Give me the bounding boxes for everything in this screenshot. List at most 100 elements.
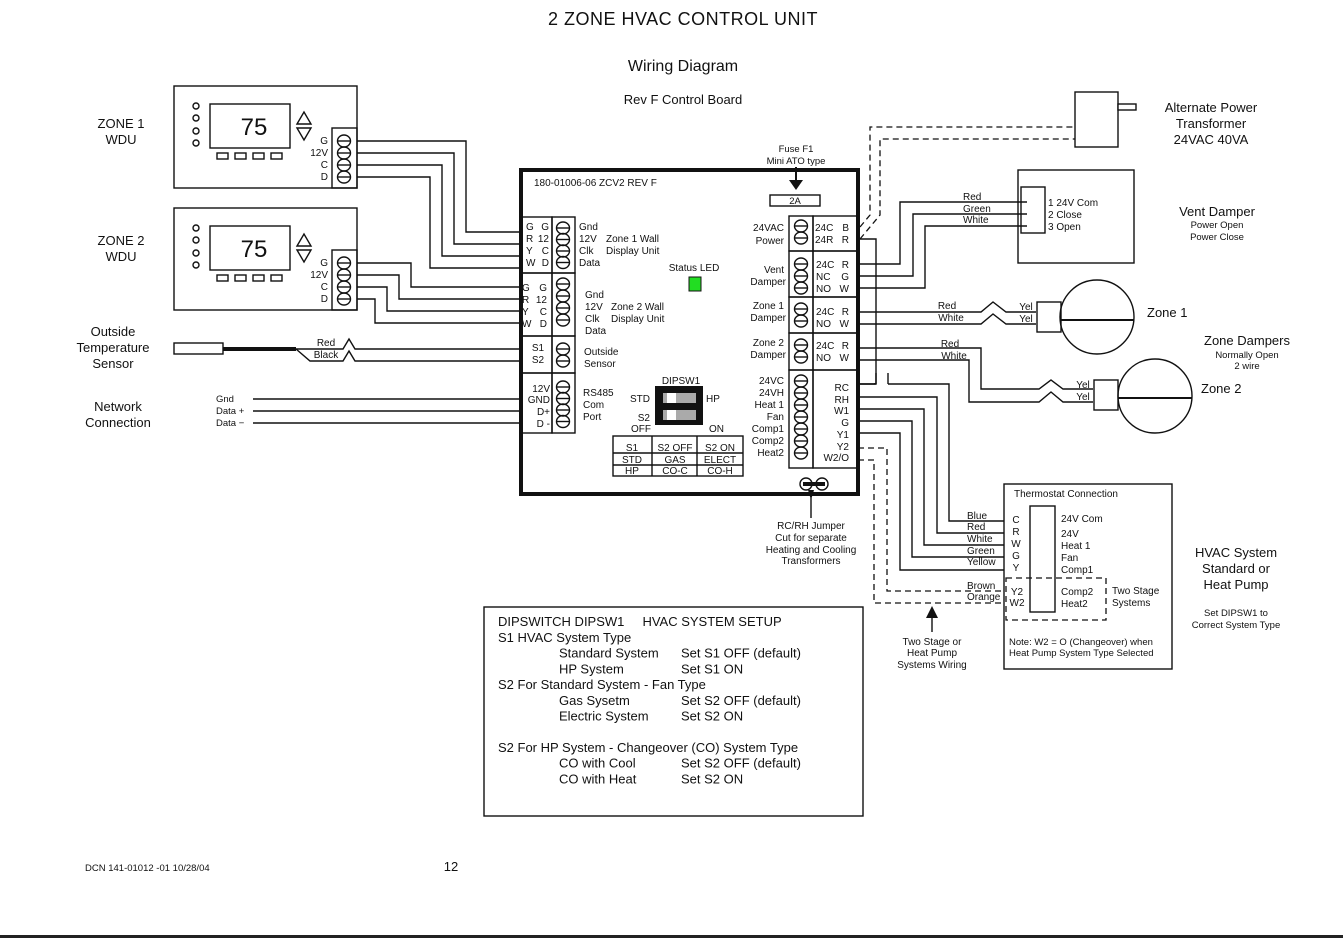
wire-label: Red xyxy=(938,301,956,312)
table-cell: ELECT xyxy=(704,455,736,466)
dipsw-off-label: OFF xyxy=(631,424,651,435)
table-cell: STD xyxy=(622,455,642,466)
terminal-label: NO xyxy=(816,353,831,364)
terminal-label: C xyxy=(321,282,328,293)
terminal-label: Data xyxy=(585,326,607,337)
wire-label: Green xyxy=(967,546,995,557)
terminal-label: RC xyxy=(835,383,849,394)
block-title: Power xyxy=(756,236,785,247)
terminal-label: W2/O xyxy=(823,453,849,464)
terminal-label: Comp1 xyxy=(752,424,785,435)
dipsw-on-label: ON xyxy=(709,424,724,435)
zone2-damper-label: Zone 2 xyxy=(1201,381,1241,396)
setup-section-heading: S2 For Standard System - Fan Type xyxy=(498,677,706,692)
transformer-label: 24VAC 40VA xyxy=(1174,132,1249,147)
setup-option: CO with Cool xyxy=(559,756,636,771)
terminal-label: R xyxy=(842,341,849,352)
block-title: Damper xyxy=(750,313,786,324)
dipsw-s1-toggle[interactable] xyxy=(667,393,676,403)
hvac-title: Heat Pump xyxy=(1203,577,1268,592)
terminal-label: W xyxy=(1011,539,1021,550)
block-title: Zone 1 Wall xyxy=(606,234,659,245)
thermostat-note: Heat Pump System Type Selected xyxy=(1009,648,1154,659)
table-cell: S2 OFF xyxy=(657,443,692,454)
block-title: RS485 xyxy=(583,388,614,399)
board-part-number: 180-01006-06 ZCV2 REV F xyxy=(534,178,657,189)
terminal-label: Gnd xyxy=(585,290,604,301)
table-cell: S2 ON xyxy=(705,443,735,454)
terminal-label: 24C xyxy=(815,223,833,234)
note-line: Heating and Cooling xyxy=(766,545,857,556)
terminal-label: S1 xyxy=(532,343,545,354)
dipsw-s2-toggle[interactable] xyxy=(667,410,676,420)
dipsw-std-label: STD xyxy=(630,394,650,405)
terminal-function: Heat 1 xyxy=(1061,541,1091,552)
wire-label: Red xyxy=(317,338,335,349)
wire-label: Yel xyxy=(1019,314,1033,325)
terminal-label: W xyxy=(522,319,532,330)
terminal-label: 24C xyxy=(816,307,834,318)
wire-label: Brown xyxy=(967,581,995,592)
terminal-label: 1 24V Com xyxy=(1048,198,1098,209)
terminal-label: W xyxy=(840,284,850,295)
terminal-label: C xyxy=(1012,515,1019,526)
note-line: Cut for separate xyxy=(775,533,847,544)
setup-setting: Set S2 ON xyxy=(681,709,743,724)
zone1-damper: Red White Yel Yel Zone 1 xyxy=(858,279,1187,355)
fuse-label: Fuse F1 xyxy=(779,144,814,155)
wire-label: White xyxy=(963,215,989,226)
wire-label: Data − xyxy=(216,418,245,429)
note-line: RC/RH Jumper xyxy=(777,521,845,532)
two-stage-label: Systems xyxy=(1112,598,1150,609)
block-title: Vent xyxy=(764,265,784,276)
terminal-function: Comp1 xyxy=(1061,565,1094,576)
block-title: Zone 2 Wall xyxy=(611,302,664,313)
terminal-label: Y xyxy=(522,307,529,318)
terminal-label: D xyxy=(540,319,547,330)
transformer-icon xyxy=(1074,91,1119,148)
fuse-label: Mini ATO type xyxy=(767,156,826,167)
thermostat-note: Note: W2 = O (Changeover) when xyxy=(1009,637,1153,648)
hvac-system-label: HVAC System Standard or Heat Pump Set DI… xyxy=(1192,545,1281,631)
wire-label: Orange xyxy=(967,592,1001,603)
terminal-label: W xyxy=(840,353,850,364)
zone2-wdu-label: ZONE 2 xyxy=(98,233,145,248)
wire-label: White xyxy=(938,313,964,324)
hvac-title: HVAC System xyxy=(1195,545,1277,560)
setup-option: Gas Sysetm xyxy=(559,693,630,708)
vent-damper-sub: Power Close xyxy=(1190,232,1244,243)
setup-setting: Set S2 OFF (default) xyxy=(681,756,801,771)
transformer-label: Alternate Power xyxy=(1165,100,1258,115)
vent-damper: 1 24V Com 2 Close 3 Open Red Green White… xyxy=(858,169,1256,289)
status-led-label: Status LED xyxy=(669,263,720,274)
hvac-sub: Correct System Type xyxy=(1192,620,1281,631)
terminal-label: R xyxy=(842,307,849,318)
terminal-label: R xyxy=(526,234,533,245)
zone2-damper: Red White Yel Yel Zone 2 Zone Dampers No… xyxy=(858,333,1290,434)
two-stage-note: Two Stage or Heat Pump Systems Wiring xyxy=(897,637,966,671)
note-line: Heat Pump xyxy=(907,648,957,659)
zone2-wdu-label-2: WDU xyxy=(105,249,136,264)
block-title: Display Unit xyxy=(611,314,665,325)
wire-label: Black xyxy=(314,350,339,361)
vent-damper-title: Vent Damper xyxy=(1179,204,1256,219)
block-title: Zone 1 xyxy=(753,301,785,312)
terminal-label: G xyxy=(320,136,328,147)
dipsw-title: DIPSW1 xyxy=(662,376,701,387)
setup-option: HP System xyxy=(559,661,624,676)
terminal-label: Heat2 xyxy=(757,448,784,459)
terminal-label: W1 xyxy=(834,406,849,417)
terminal-label: Data xyxy=(579,258,601,269)
zone1-wdu-label-2: WDU xyxy=(105,132,136,147)
wire-label: Gnd xyxy=(216,394,234,405)
block-title: Zone 2 xyxy=(753,338,785,349)
terminal-label: Gnd xyxy=(579,222,598,233)
wire-label: Yel xyxy=(1076,380,1090,391)
zone1-damper-label: Zone 1 xyxy=(1147,305,1187,320)
terminal-label: RH xyxy=(835,395,849,406)
setup-option: Standard System xyxy=(559,646,659,661)
terminal-label: 24C xyxy=(816,341,834,352)
wire-label: Yel xyxy=(1019,302,1033,313)
terminal-label: Y2 xyxy=(837,442,850,453)
terminal-label: G xyxy=(541,222,549,233)
